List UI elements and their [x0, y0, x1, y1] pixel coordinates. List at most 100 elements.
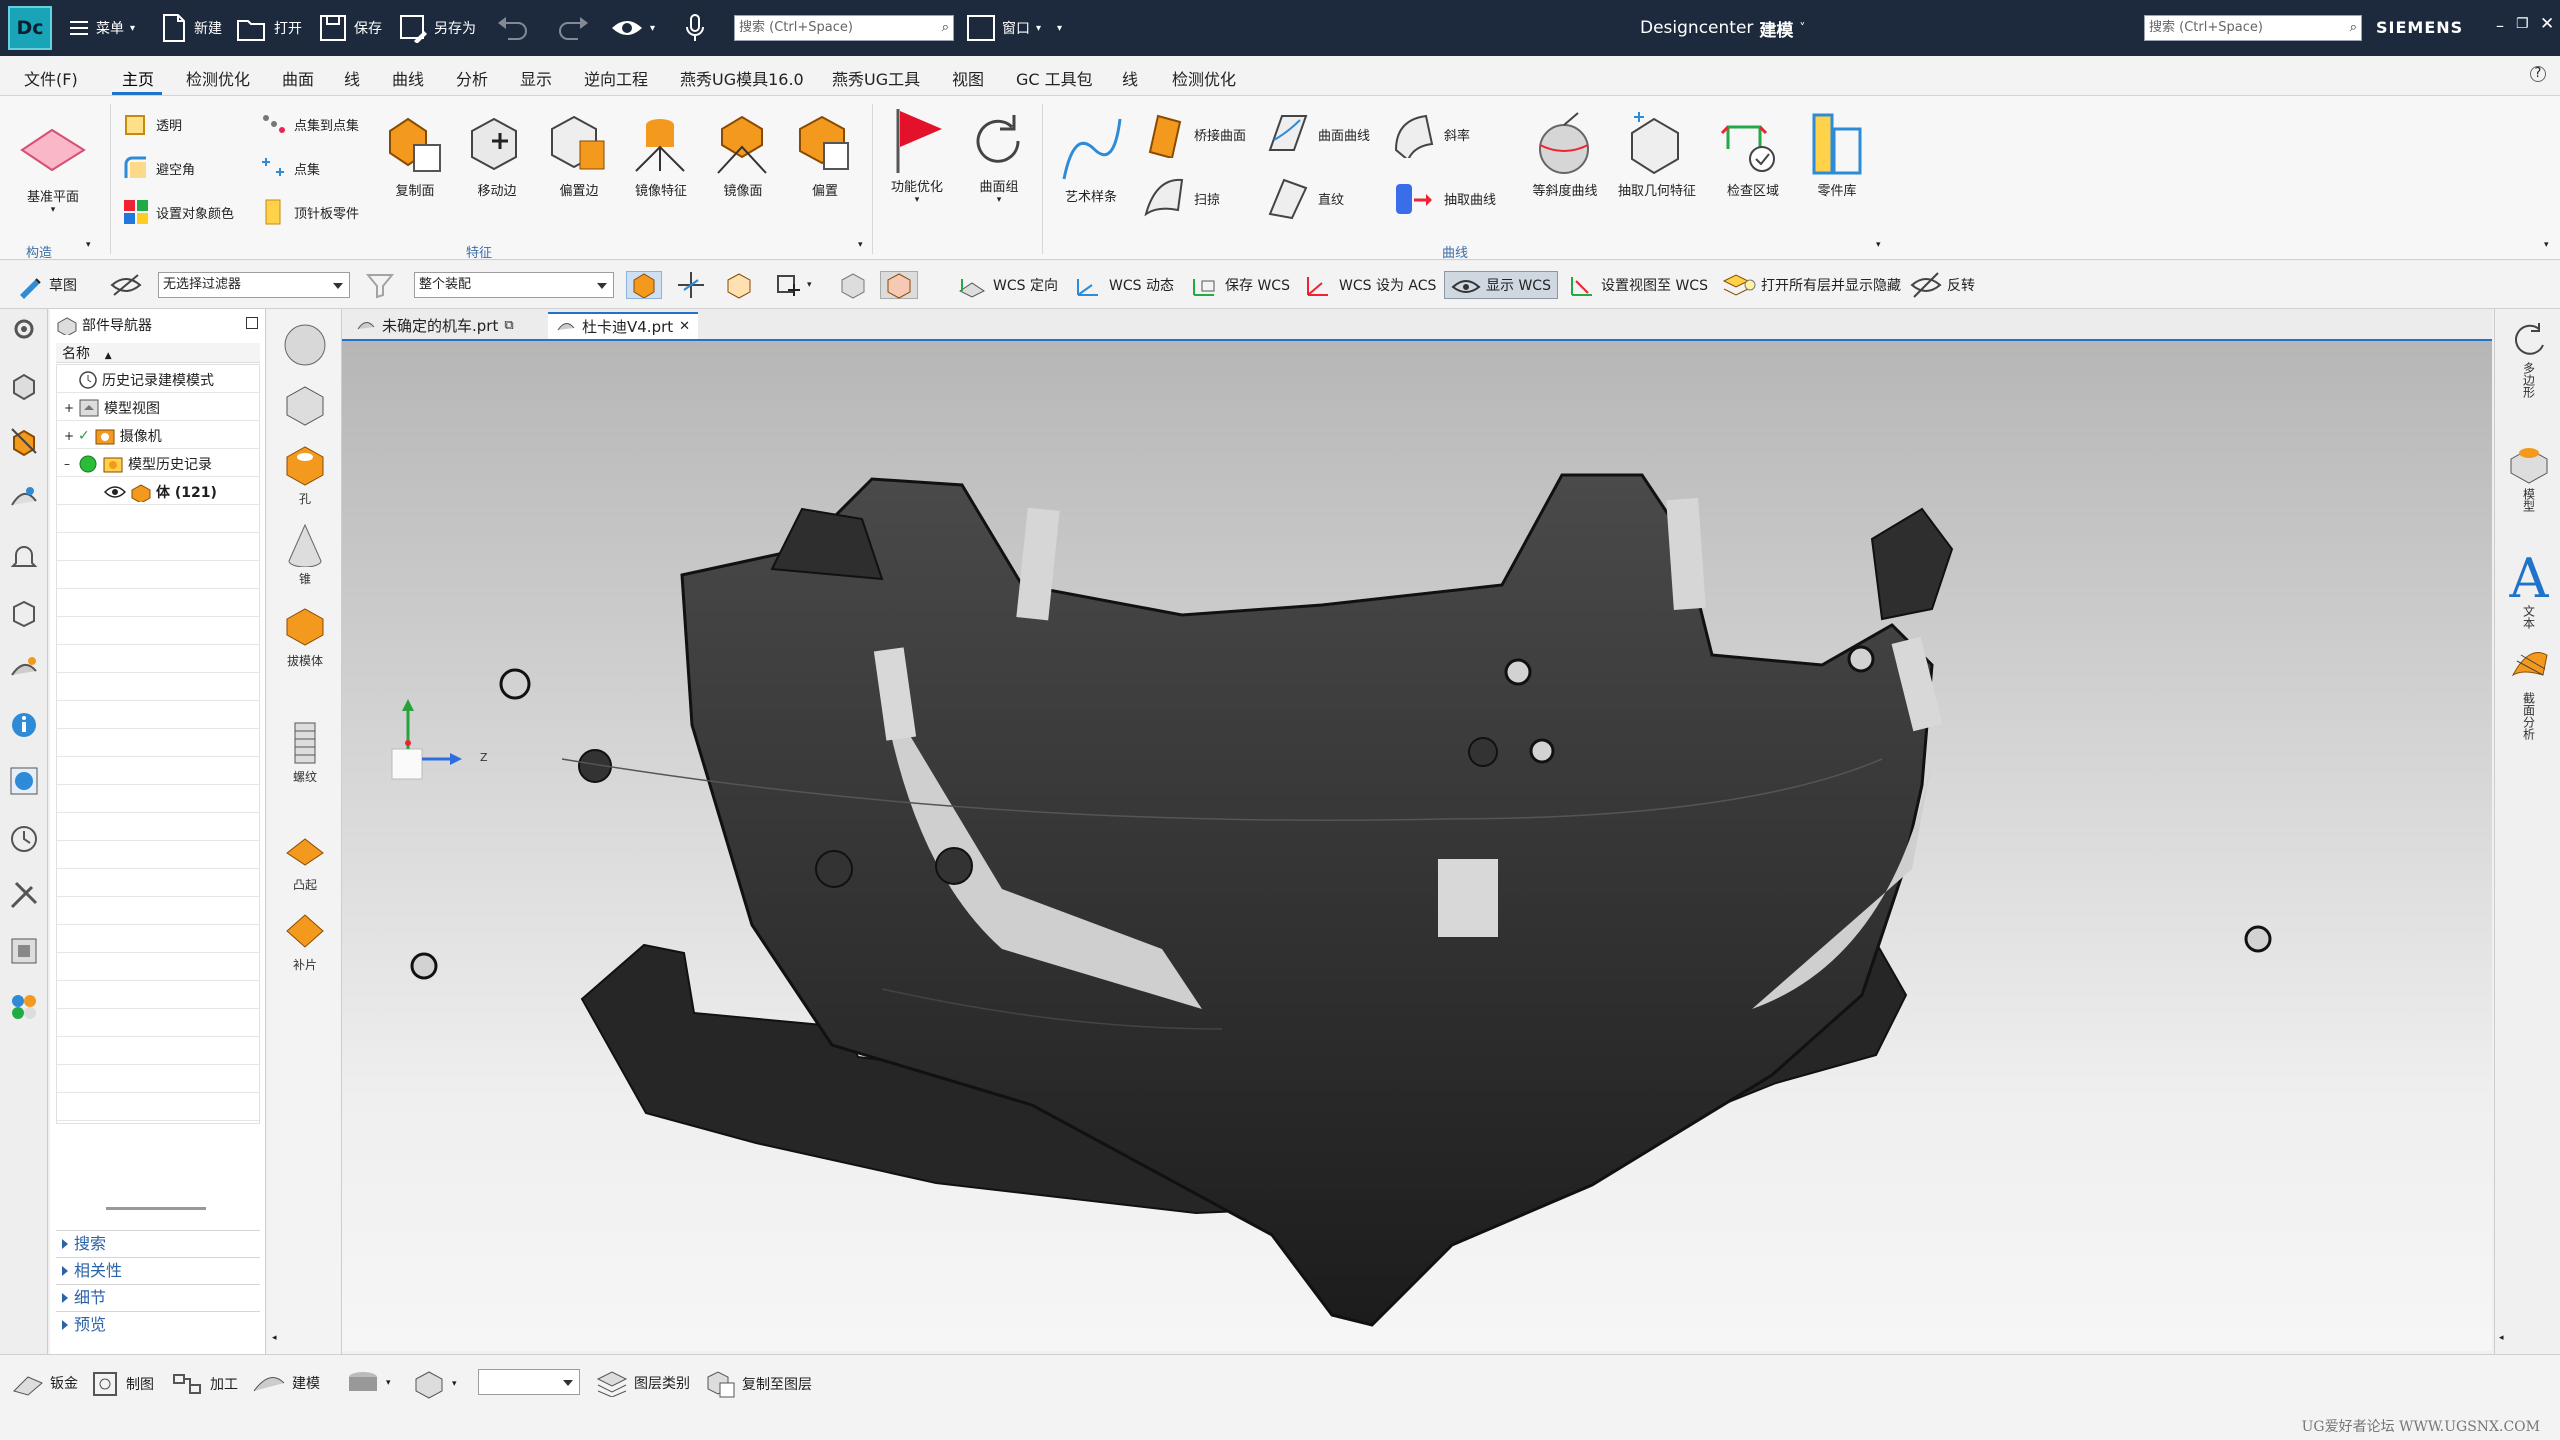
thread-button[interactable]: 螺纹: [282, 721, 328, 785]
tree-row-cameras[interactable]: + ✓ 摄像机: [64, 426, 162, 446]
cone-button[interactable]: 锥: [282, 523, 328, 587]
tab-line[interactable]: 线: [344, 66, 360, 90]
sphere-button[interactable]: [282, 323, 328, 370]
view-triad[interactable]: Z: [382, 699, 502, 819]
roles-icon[interactable]: [8, 935, 40, 967]
top-plate-button[interactable]: 顶针板零件: [260, 198, 359, 226]
tools-icon[interactable]: [8, 879, 40, 911]
gear-icon[interactable]: [8, 313, 40, 345]
tab-inspect-opt-2[interactable]: 检测优化: [1172, 66, 1236, 90]
collapse-right-icon[interactable]: ◂: [2499, 1333, 2504, 1343]
tab-yanxiu-mold[interactable]: 燕秀UG模具16.0: [680, 66, 804, 90]
undo-button[interactable]: [496, 8, 530, 48]
copy-face-button[interactable]: 复制面: [372, 108, 458, 199]
redo-button[interactable]: [556, 8, 590, 48]
tree-row-body[interactable]: 体 (121): [104, 482, 217, 502]
extract-curve-button[interactable]: 抽取曲线: [1390, 174, 1496, 222]
history-icon[interactable]: [8, 481, 40, 513]
art-spline-button[interactable]: 艺术样条: [1048, 114, 1134, 205]
minimize-icon[interactable]: –: [2496, 16, 2504, 35]
model-button[interactable]: 模型: [2507, 441, 2551, 512]
surface-group-button[interactable]: 曲面组 ▾: [956, 104, 1042, 205]
assembly-navigator-icon[interactable]: [8, 369, 40, 401]
expand-plus-icon[interactable]: +: [64, 401, 74, 415]
save-button[interactable]: 保存: [318, 8, 382, 48]
wcs-orient-button[interactable]: WCS 定向: [956, 271, 1058, 299]
tab-view[interactable]: 视图: [952, 66, 984, 90]
palette-balls-icon[interactable]: [8, 991, 40, 1023]
search-right-input[interactable]: 搜索 (Ctrl+Space) ⌕: [2144, 15, 2362, 41]
info-icon[interactable]: [8, 709, 40, 741]
layer-category-button[interactable]: 图层类别: [596, 1369, 690, 1397]
draft-body-button[interactable]: 拔模体: [282, 605, 328, 669]
ruled-button[interactable]: 直纹: [1264, 174, 1344, 222]
help-icon[interactable]: ?: [2530, 66, 2546, 82]
tab-curve[interactable]: 曲线: [392, 66, 424, 90]
tab-home[interactable]: 主页: [122, 66, 154, 90]
tree-row-model-history[interactable]: – 模型历史记录: [64, 454, 212, 474]
search-left-input[interactable]: 搜索 (Ctrl+Space) ⌕: [734, 15, 954, 41]
check-area-button[interactable]: 检查区域: [1710, 108, 1796, 199]
bell-icon[interactable]: [8, 541, 40, 573]
navigator-collapse-icon[interactable]: [246, 317, 258, 329]
show-all-toggle[interactable]: [880, 271, 918, 299]
tab-line-2[interactable]: 线: [1122, 66, 1138, 90]
surface-curve-button[interactable]: 曲面曲线: [1264, 110, 1370, 158]
tab-gc-toolkit[interactable]: GC 工具包: [1016, 66, 1093, 90]
set-color-button[interactable]: 设置对象颜色: [122, 198, 234, 226]
section-details[interactable]: 细节: [56, 1284, 260, 1310]
avoid-corner-button[interactable]: 避空角: [122, 154, 195, 182]
horizontal-scrollbar[interactable]: [106, 1207, 206, 1210]
select-feature-toggle[interactable]: [626, 271, 662, 299]
open-external-icon[interactable]: ⧉: [504, 318, 513, 333]
open-button[interactable]: 打开: [236, 8, 302, 48]
section-dependencies[interactable]: 相关性: [56, 1257, 260, 1283]
save-as-button[interactable]: 另存为: [398, 8, 476, 48]
restore-icon[interactable]: ❐: [2516, 16, 2529, 32]
motorcycle-bracket-model[interactable]: [342, 339, 2492, 1351]
slope-button[interactable]: 斜率: [1390, 110, 1470, 158]
menu-button[interactable]: 菜单 ▾: [70, 8, 135, 48]
transparent-button[interactable]: 透明: [122, 110, 182, 138]
tree-row-history-mode[interactable]: 历史记录建模模式: [78, 370, 214, 390]
view-orient-button[interactable]: ▾: [412, 1369, 457, 1399]
drawing-button[interactable]: 制图: [90, 1369, 154, 1399]
tab-yanxiu-tool[interactable]: 燕秀UG工具: [832, 66, 920, 90]
save-wcs-button[interactable]: 保存 WCS: [1188, 271, 1290, 299]
wcs-dynamic-button[interactable]: WCS 动态: [1072, 271, 1174, 299]
modeling-button[interactable]: 建模: [252, 1369, 320, 1397]
group-expand-icon[interactable]: ▾: [86, 240, 91, 250]
graphics-viewport[interactable]: Z: [342, 339, 2492, 1351]
close-icon[interactable]: ✕: [2540, 14, 2554, 34]
select-face-button[interactable]: [724, 271, 754, 299]
open-all-layers-button[interactable]: 打开所有层并显示隐藏: [1722, 271, 1901, 299]
point-set-button[interactable]: 点集: [260, 154, 320, 182]
tree-row-model-views[interactable]: + 模型视图: [64, 398, 160, 418]
copy-to-layer-button[interactable]: 复制至图层: [704, 1369, 812, 1399]
mirror-face-button[interactable]: 镜像面: [700, 108, 786, 199]
close-tab-icon[interactable]: ✕: [679, 319, 690, 334]
globe-icon[interactable]: [8, 765, 40, 797]
column-header[interactable]: 名称 ▲: [56, 343, 260, 363]
filter-funnel-button[interactable]: [366, 271, 394, 299]
menu-file[interactable]: 文件(F): [24, 66, 78, 90]
reuse-library-icon[interactable]: [8, 653, 40, 685]
sweep-button[interactable]: 扫掠: [1140, 174, 1220, 222]
app-title[interactable]: Designcenter 建模 ˅: [1640, 8, 1805, 48]
select-point-button[interactable]: ▾: [772, 271, 812, 299]
tab-surface[interactable]: 曲面: [282, 66, 314, 90]
selection-filter-select[interactable]: 无选择过滤器: [158, 272, 350, 298]
voice-button[interactable]: [684, 8, 706, 48]
block-button[interactable]: [282, 383, 328, 430]
sheet-metal-button[interactable]: 钣金: [12, 1369, 78, 1397]
select-body-button[interactable]: [838, 271, 868, 299]
point-to-point-button[interactable]: 点集到点集: [260, 110, 359, 138]
tab-reverse[interactable]: 逆向工程: [584, 66, 648, 90]
function-optimize-button[interactable]: 功能优化 ▾: [874, 104, 960, 205]
app-logo[interactable]: Dc: [8, 6, 52, 50]
tab-display[interactable]: 显示: [520, 66, 552, 90]
section-preview[interactable]: 预览: [56, 1311, 260, 1337]
section-search[interactable]: 搜索: [56, 1230, 260, 1256]
tab-analysis[interactable]: 分析: [456, 66, 488, 90]
isocline-curve-button[interactable]: 等斜度曲线: [1522, 108, 1608, 199]
